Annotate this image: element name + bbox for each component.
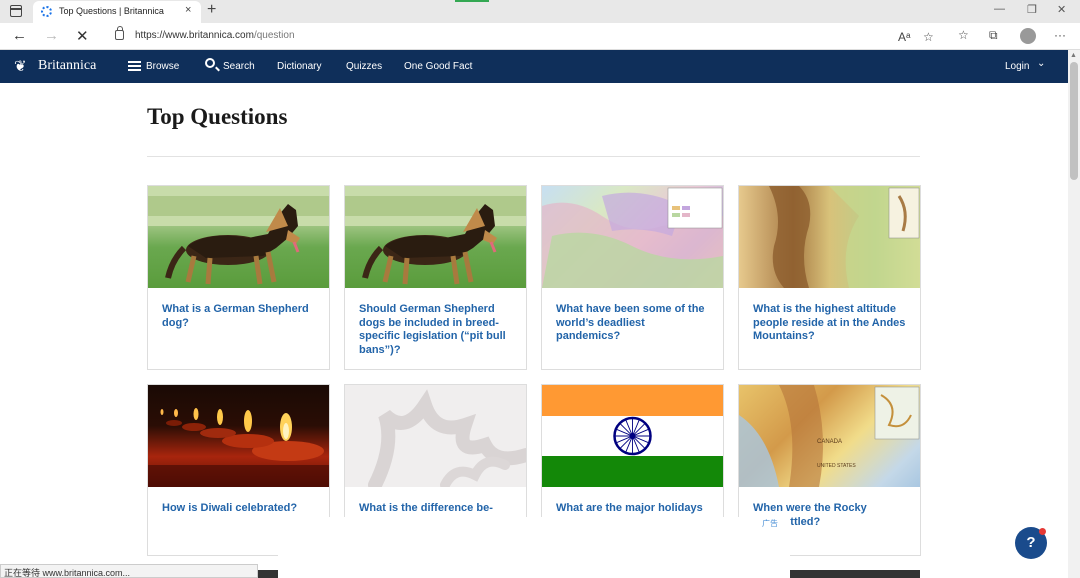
question-link[interactable]: What have been some of the world’s deadl… [556, 303, 711, 344]
page-scrollbar[interactable]: ▲ [1068, 50, 1080, 578]
question-link[interactable]: Should German Shepherd dogs be included … [359, 303, 514, 357]
pandemic-map-image[interactable] [542, 186, 723, 288]
add-favorite-icon[interactable]: ☆ [923, 30, 934, 44]
address-bar: ← → ✕ https://www.britannica.com/questio… [0, 23, 1080, 50]
diwali-lamps-image[interactable] [148, 385, 329, 487]
question-link[interactable]: What are the major holidays [556, 502, 711, 516]
read-aloud-icon[interactable]: A͏ᵃ [898, 30, 910, 44]
back-icon[interactable]: ← [12, 27, 27, 44]
tab-actions-icon[interactable] [10, 5, 22, 17]
next-row-card-peek [790, 570, 920, 578]
loading-spinner-icon [41, 6, 52, 17]
question-link[interactable]: How is Diwali celebrated? [162, 502, 317, 516]
britannica-thistle-icon[interactable]: ❦ [14, 57, 34, 75]
browser-tabbar: Top Questions | Britannica × + — ❐ ✕ [0, 0, 1080, 23]
britannica-logo[interactable]: Britannica [38, 58, 96, 74]
nav-search[interactable]: Search [223, 61, 255, 72]
browser-tab[interactable]: Top Questions | Britannica × [33, 1, 201, 23]
forward-icon[interactable]: → [44, 27, 59, 44]
rocky-mountains-map-image[interactable]: CANADA UNITED STATES [739, 385, 920, 487]
scroll-thumb[interactable] [1070, 62, 1078, 180]
stop-loading-icon[interactable]: ✕ [76, 27, 89, 45]
lock-icon[interactable] [115, 26, 124, 40]
collections-icon[interactable]: ⧉ [989, 28, 998, 43]
question-card[interactable]: What is a German Shepherd dog? [147, 185, 330, 370]
nav-one-good-fact[interactable]: One Good Fact [404, 61, 472, 72]
profile-avatar[interactable] [1020, 28, 1036, 44]
question-link[interactable]: What is the highest altitude people resi… [753, 303, 908, 344]
title-divider [147, 156, 920, 157]
german-shepherd-image[interactable] [148, 186, 329, 288]
minimize-icon[interactable]: — [994, 3, 1005, 15]
new-tab-button[interactable]: + [207, 1, 216, 19]
svg-text:CANADA: CANADA [817, 439, 842, 445]
placeholder-image[interactable] [345, 385, 526, 487]
india-flag-image[interactable] [542, 385, 723, 487]
more-options-icon[interactable]: ··· [1054, 28, 1066, 42]
close-tab-icon[interactable]: × [185, 4, 191, 16]
nav-quizzes[interactable]: Quizzes [346, 61, 382, 72]
close-window-icon[interactable]: ✕ [1057, 3, 1066, 16]
german-shepherd-image[interactable] [345, 186, 526, 288]
login-button[interactable]: Login [1005, 61, 1029, 72]
question-card[interactable]: What have been some of the world’s deadl… [541, 185, 724, 370]
favorites-icon[interactable]: ☆ [958, 28, 969, 42]
tab-title: Top Questions | Britannica [59, 6, 164, 16]
andes-map-image[interactable] [739, 186, 920, 288]
scroll-up-icon[interactable]: ▲ [1070, 52, 1077, 59]
ad-banner[interactable] [278, 517, 790, 578]
question-link[interactable]: What is the difference be- [359, 502, 514, 516]
nav-browse[interactable]: Browse [146, 61, 179, 72]
question-card[interactable]: Should German Shepherd dogs be included … [344, 185, 527, 370]
maximize-icon[interactable]: ❐ [1027, 3, 1037, 16]
notification-dot [1039, 528, 1046, 535]
search-icon[interactable] [205, 58, 215, 68]
question-link[interactable]: What is a German Shepherd dog? [162, 303, 317, 330]
nav-dictionary[interactable]: Dictionary [277, 61, 321, 72]
menu-icon[interactable] [128, 61, 141, 71]
chevron-down-icon[interactable]: ⌄ [1037, 58, 1045, 69]
ad-label: 广告 [762, 519, 778, 528]
question-card[interactable]: What is the highest altitude people resi… [738, 185, 921, 370]
loading-marker [455, 0, 489, 2]
url-field[interactable]: https://www.britannica.com/question A͏ᵃ … [103, 25, 947, 47]
next-row-card-peek [258, 570, 278, 578]
url-text: https://www.britannica.com/question [135, 30, 295, 41]
browser-status-bar: 正在等待 www.britannica.com... [0, 564, 258, 578]
page-title: Top Questions [147, 104, 288, 129]
svg-text:UNITED STATES: UNITED STATES [817, 463, 856, 469]
site-navbar: ❦ Britannica Browse Search Dictionary Qu… [0, 50, 1068, 83]
